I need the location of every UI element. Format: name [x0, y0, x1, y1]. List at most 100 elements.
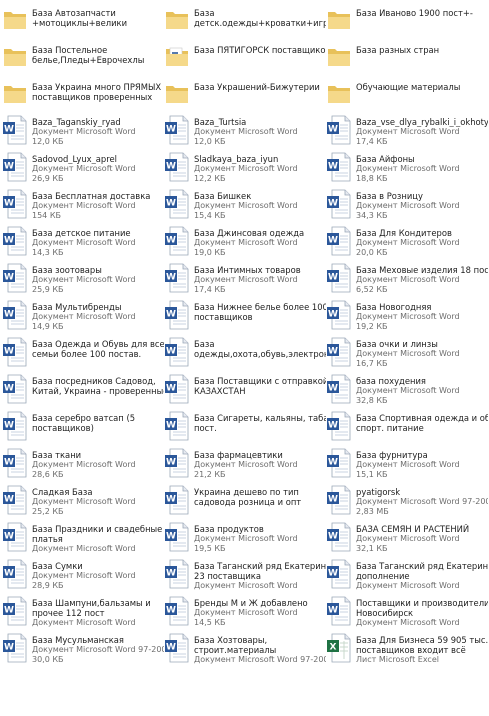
- word-file-item[interactable]: W Украина дешево по тип садовода розница …: [164, 483, 326, 520]
- file-label: База продуктов Документ Microsoft Word 19,…: [194, 520, 298, 554]
- word-file-item[interactable]: W База Шампуни,бальзамы и прочее 112 пост…: [2, 594, 164, 631]
- file-size: 14,5 КБ: [194, 618, 226, 627]
- file-name: База Шампуни,бальзамы и: [32, 598, 151, 608]
- word-file-item[interactable]: W Baza_Turtsia Документ Microsoft Word 12,…: [164, 113, 326, 150]
- svg-text:W: W: [328, 606, 338, 616]
- word-file-item[interactable]: W База очки и линзы Документ Microsoft Wo…: [326, 335, 488, 372]
- file-label: База Иваново 1900 пост+-: [356, 2, 473, 18]
- word-file-item[interactable]: W База Бишкек Документ Microsoft Word 15,4…: [164, 187, 326, 224]
- excel-file-item[interactable]: X База Для Бизнеса 59 905 тыс. поставщико…: [326, 631, 488, 668]
- word-file-item[interactable]: W База Мультибренды Документ Microsoft Wo…: [2, 298, 164, 335]
- file-size: 19,2 КБ: [356, 322, 388, 331]
- word-file-item[interactable]: W База Хозтовары, строит.материалы Докумен…: [164, 631, 326, 668]
- file-name: База очки и линзы: [356, 339, 438, 349]
- word-file-item[interactable]: W Сладкая База Документ Microsoft Word 25,…: [2, 483, 164, 520]
- word-file-item[interactable]: W Поставщики и производители Новосибирск Д…: [326, 594, 488, 631]
- word-file-item[interactable]: W База Меховые изделия 18 пост Документ M…: [326, 261, 488, 298]
- word-file-item[interactable]: W Baza_Taganskiy_ryad Документ Microsoft …: [2, 113, 164, 150]
- file-size: 14,9 КБ: [32, 322, 64, 331]
- file-label: База Хозтовары, строит.материалы Документ …: [194, 631, 326, 665]
- svg-text:W: W: [166, 236, 176, 246]
- file-type: Документ Microsoft Word: [194, 201, 298, 210]
- word-file-item[interactable]: W База фармацевтики Документ Microsoft Wo…: [164, 446, 326, 483]
- svg-text:W: W: [328, 495, 338, 505]
- folder-item[interactable]: База Иваново 1900 пост+-: [326, 2, 488, 39]
- word-file-item[interactable]: W База Айфоны Документ Microsoft Word 18,8…: [326, 150, 488, 187]
- svg-text:W: W: [166, 273, 176, 283]
- file-label: База Постельное белье,Пледы+Еврочехлы: [32, 39, 144, 65]
- word-file-item[interactable]: W База Бесплатная доставка Документ Micro…: [2, 187, 164, 224]
- word-file-item[interactable]: W База Праздники и свадебные платья Докуме…: [2, 520, 164, 557]
- file-label: База Украина много ПРЯМЫХ поставщиков про…: [32, 76, 161, 102]
- word-file-item[interactable]: W База Таганский ряд Екатеринбургдополне…: [326, 557, 488, 594]
- word-file-item[interactable]: W Sladkaya_baza_iyun Документ Microsoft W…: [164, 150, 326, 187]
- file-name: База Новогодняя: [356, 302, 432, 312]
- word-file-item[interactable]: W Baza_vse_dlya_rybalki_i_okhoty Документ…: [326, 113, 488, 150]
- word-file-item[interactable]: W База Мусульманская Документ Microsoft W…: [2, 631, 164, 668]
- folder-item[interactable]: База Автозапчасти +мотоциклы+велики: [2, 2, 164, 39]
- file-label: База Украшений-Бижутерии: [194, 76, 320, 92]
- file-name: прочее 112 пост: [32, 608, 105, 618]
- word-icon: W: [165, 559, 189, 589]
- file-size: 15,1 КБ: [356, 470, 388, 479]
- word-file-item[interactable]: W База в Розницу Документ Microsoft Word 3…: [326, 187, 488, 224]
- file-type: Документ Microsoft Word: [356, 275, 460, 284]
- word-file-item[interactable]: W База Сигареты, кальяны, табак 61пост.: [164, 409, 326, 446]
- word-file-item[interactable]: W база похудения Документ Microsoft Word 3…: [326, 372, 488, 409]
- word-file-item[interactable]: W База Одежда и Обувь для всей семьи боле…: [2, 335, 164, 372]
- file-type: Документ Microsoft Word: [194, 164, 298, 173]
- file-name: База Интимных товаров: [194, 265, 301, 275]
- file-label: Украина дешево по тип садовода розница и …: [194, 483, 301, 507]
- word-file-item[interactable]: W База Новогодняя Документ Microsoft Word…: [326, 298, 488, 335]
- word-file-item[interactable]: W База зоотовары Документ Microsoft Word 2…: [2, 261, 164, 298]
- file-label: База фурнитура Документ Microsoft Word 15,…: [356, 446, 460, 480]
- word-file-item[interactable]: W Sadovod_Lyux_aprel Документ Microsoft W…: [2, 150, 164, 187]
- file-label: База Бишкек Документ Microsoft Word 15,4 К…: [194, 187, 298, 221]
- word-file-item[interactable]: W База посредников Садовод, Китай, Украин…: [2, 372, 164, 409]
- word-icon: W: [327, 522, 351, 552]
- svg-text:W: W: [4, 310, 14, 320]
- file-label: База ПЯТИГОРСК поставщиков: [194, 39, 326, 55]
- word-file-item[interactable]: W Базаодежды,охота,обувь,электроник...: [164, 335, 326, 372]
- word-file-item[interactable]: W База Нижнее белье более 100 поставщиков: [164, 298, 326, 335]
- file-name: База: [194, 339, 215, 349]
- word-file-item[interactable]: W База серебро ватсап (5 поставщиков): [2, 409, 164, 446]
- svg-text:W: W: [328, 162, 338, 172]
- file-type: Документ Microsoft Word: [356, 164, 460, 173]
- word-file-item[interactable]: W База продуктов Документ Microsoft Word 1…: [164, 520, 326, 557]
- folder-item[interactable]: База Постельное белье,Пледы+Еврочехлы: [2, 39, 164, 76]
- file-name: База: [194, 8, 215, 18]
- folder-item[interactable]: Обучающие материалы: [326, 76, 488, 113]
- word-file-item[interactable]: W База ткани Документ Microsoft Word 28,6 …: [2, 446, 164, 483]
- word-file-item[interactable]: W База Сумки Документ Microsoft Word 28,9 …: [2, 557, 164, 594]
- word-file-item[interactable]: W База Интимных товаров Документ Microsof…: [164, 261, 326, 298]
- folder-item[interactable]: Базадетск.одежды+кроватки+игруш...: [164, 2, 326, 39]
- folder-item[interactable]: База ПЯТИГОРСК поставщиков: [164, 39, 326, 76]
- word-icon: W: [327, 115, 351, 145]
- word-file-item[interactable]: W База Спортивная одежда и обувь,спорт. …: [326, 409, 488, 446]
- word-file-item[interactable]: W База Для Кондитеров Документ Microsoft …: [326, 224, 488, 261]
- word-file-item[interactable]: W pyatigorsk Документ Microsoft Word 97-2…: [326, 483, 488, 520]
- file-label: База Поставщики с отправкой в КАЗАХСТАН: [194, 372, 326, 396]
- file-label: База Мусульманская Документ Microsoft Wor…: [32, 631, 164, 665]
- word-file-item[interactable]: W База фурнитура Документ Microsoft Word 1…: [326, 446, 488, 483]
- word-file-item[interactable]: W База детское питание Документ Microsoft…: [2, 224, 164, 261]
- folder-item[interactable]: База Украшений-Бижутерии: [164, 76, 326, 113]
- file-name: База Иваново 1900 пост+-: [356, 8, 473, 18]
- folder-item[interactable]: База разных стран: [326, 39, 488, 76]
- word-file-item[interactable]: W База Таганский ряд Екатеринбург23 пост…: [164, 557, 326, 594]
- word-file-item[interactable]: W БАЗА СЕМЯН И РАСТЕНИЙ Документ Microsof…: [326, 520, 488, 557]
- word-file-item[interactable]: W Бренды М и Ж добавлено Документ Microso…: [164, 594, 326, 631]
- word-file-item[interactable]: W База Джинсовая одежда Документ Microsof…: [164, 224, 326, 261]
- folder-icon: [327, 41, 351, 71]
- file-name: платья: [32, 534, 63, 544]
- word-file-item[interactable]: W База Поставщики с отправкой в КАЗАХСТАН: [164, 372, 326, 409]
- word-icon: W: [327, 189, 351, 219]
- folder-item[interactable]: База Украина много ПРЯМЫХ поставщиков про…: [2, 76, 164, 113]
- file-name: База серебро ватсап (5: [32, 413, 136, 423]
- file-name: База посредников Садовод,: [32, 376, 156, 386]
- file-label: База Сумки Документ Microsoft Word 28,9 КБ: [32, 557, 136, 591]
- svg-text:W: W: [166, 347, 176, 357]
- svg-text:W: W: [328, 421, 338, 431]
- file-size: 30,0 КБ: [32, 655, 64, 664]
